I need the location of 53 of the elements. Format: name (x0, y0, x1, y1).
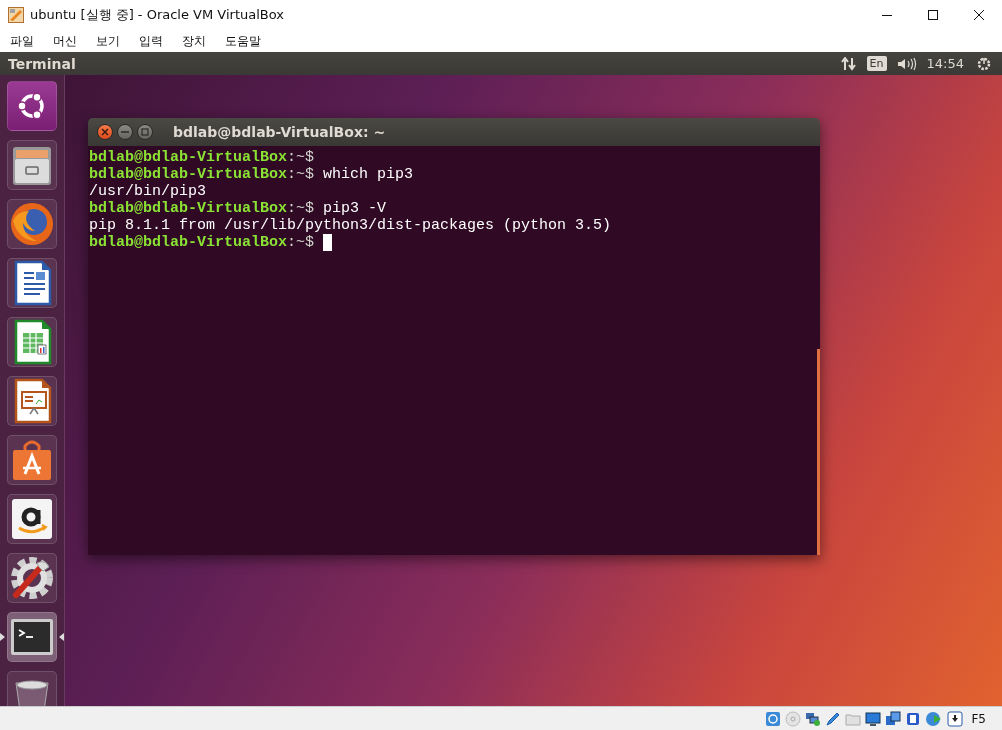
command-line: bdlab@bdlab-VirtualBox:~$ which pip3 (89, 166, 414, 183)
browser-globe-icon (9, 201, 55, 247)
volume-icon[interactable] (896, 56, 917, 71)
menu-item[interactable]: 파일 (4, 30, 40, 52)
launcher-item[interactable] (7, 612, 57, 662)
document-icon (12, 260, 52, 306)
terminal-title: bdlab@bdlab-VirtualBox: ~ (173, 124, 386, 140)
launcher-item[interactable] (7, 140, 57, 190)
app-icon (8, 7, 24, 23)
maximize-icon (141, 128, 149, 136)
window-title: ubuntu [실행 중] - Oracle VM VirtualBox (30, 6, 285, 24)
minimize-icon (121, 128, 129, 136)
terminal-icon (10, 618, 54, 656)
hard-disk-icon[interactable] (765, 710, 782, 727)
launcher-item[interactable] (7, 81, 57, 131)
output-line: /usr/bin/pip3 (89, 183, 207, 200)
close-button[interactable] (97, 124, 113, 140)
clock[interactable]: 14:54 (926, 56, 964, 71)
launcher-item[interactable] (7, 258, 57, 308)
document-icon (12, 319, 52, 365)
store-icon (11, 498, 53, 540)
network-icon[interactable] (805, 710, 822, 727)
command-line: bdlab@bdlab-VirtualBox:~$ (89, 149, 315, 166)
menu-item[interactable]: 장치 (176, 30, 212, 52)
minimize-button[interactable] (117, 124, 133, 140)
document-icon (12, 378, 52, 424)
launcher-item[interactable] (7, 494, 57, 544)
display-icon[interactable] (865, 710, 882, 727)
keyboard-layout-indicator[interactable]: En (866, 56, 887, 71)
scrollbar[interactable] (817, 349, 820, 555)
menu-item[interactable]: 입력 (133, 30, 169, 52)
network-arrows-icon[interactable] (840, 56, 857, 71)
command-line: bdlab@bdlab-VirtualBox:~$ pip3 -V (89, 200, 387, 217)
menu-item[interactable]: 보기 (90, 30, 126, 52)
chip-icon[interactable] (905, 710, 922, 727)
app-title: Terminal (7, 55, 77, 72)
command-line: bdlab@bdlab-VirtualBox:~$ (89, 234, 333, 251)
maximize-icon (928, 10, 938, 20)
close-icon (101, 128, 109, 136)
pen-icon[interactable] (825, 710, 842, 727)
launcher-item[interactable] (7, 317, 57, 367)
output-line: pip 8.1.1 from /usr/lib/python3/dist-packages (python 3.5) (89, 217, 612, 234)
gear-wrench-icon (9, 555, 55, 601)
power-gear-icon[interactable] (976, 55, 992, 72)
menu-item[interactable]: 머신 (47, 30, 83, 52)
menu-item[interactable]: 도움말 (219, 30, 267, 52)
launcher-item[interactable] (7, 553, 57, 603)
launcher-item[interactable] (7, 435, 57, 485)
launcher-item[interactable] (7, 376, 57, 426)
windows-icon[interactable] (885, 710, 902, 727)
host-key-label: F5 (971, 711, 986, 726)
close-icon (974, 10, 984, 20)
shopping-bag-icon (10, 438, 54, 482)
